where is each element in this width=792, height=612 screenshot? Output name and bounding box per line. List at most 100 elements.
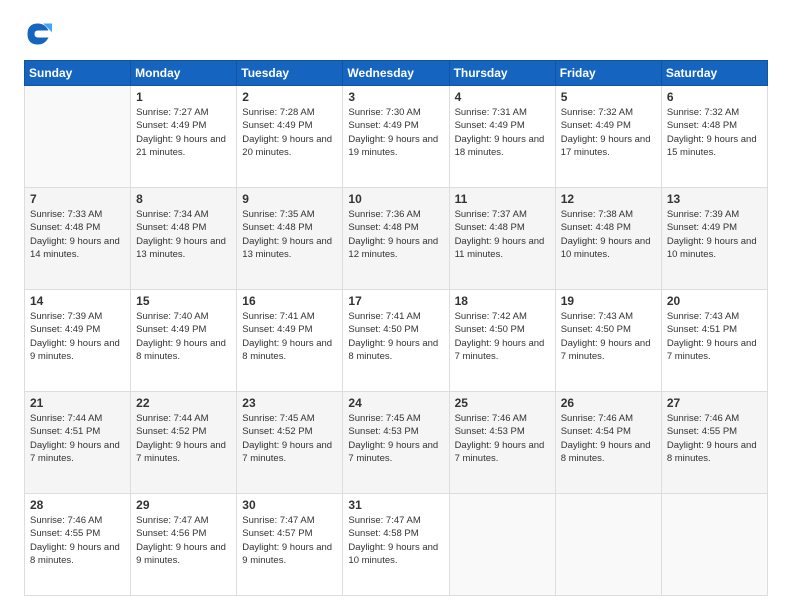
day-info: Sunrise: 7:47 AMSunset: 4:57 PMDaylight:… [242,514,337,567]
day-number: 5 [561,90,656,104]
day-info: Sunrise: 7:28 AMSunset: 4:49 PMDaylight:… [242,106,337,159]
calendar-cell: 11 Sunrise: 7:37 AMSunset: 4:48 PMDayligh… [449,188,555,290]
calendar-cell: 13 Sunrise: 7:39 AMSunset: 4:49 PMDayligh… [661,188,767,290]
calendar-cell [25,86,131,188]
day-info: Sunrise: 7:34 AMSunset: 4:48 PMDaylight:… [136,208,231,261]
day-number: 13 [667,192,762,206]
calendar: SundayMondayTuesdayWednesdayThursdayFrid… [24,60,768,596]
calendar-cell: 14Sunrise: 7:39 AMSunset: 4:49 PMDayligh… [25,290,131,392]
day-number: 31 [348,498,443,512]
calendar-header-friday: Friday [555,61,661,86]
day-info: Sunrise: 7:30 AMSunset: 4:49 PMDaylight:… [348,106,443,159]
day-number: 4 [455,90,550,104]
calendar-cell: 26Sunrise: 7:46 AMSunset: 4:54 PMDayligh… [555,392,661,494]
day-info: Sunrise: 7:46 AMSunset: 4:55 PMDaylight:… [30,514,125,567]
calendar-cell: 8 Sunrise: 7:34 AMSunset: 4:48 PMDaylight… [131,188,237,290]
calendar-cell: 17 Sunrise: 7:41 AMSunset: 4:50 PMDayligh… [343,290,449,392]
day-info: Sunrise: 7:27 AMSunset: 4:49 PMDaylight:… [136,106,231,159]
day-number: 9 [242,192,337,206]
calendar-cell: 28 Sunrise: 7:46 AMSunset: 4:55 PMDayligh… [25,494,131,596]
day-info: Sunrise: 7:43 AMSunset: 4:50 PMDaylight:… [561,310,656,363]
calendar-cell: 9 Sunrise: 7:35 AMSunset: 4:48 PMDaylight… [237,188,343,290]
calendar-cell: 19 Sunrise: 7:43 AMSunset: 4:50 PMDayligh… [555,290,661,392]
calendar-header-wednesday: Wednesday [343,61,449,86]
page: SundayMondayTuesdayWednesdayThursdayFrid… [0,0,792,612]
calendar-week-3: 14Sunrise: 7:39 AMSunset: 4:49 PMDayligh… [25,290,768,392]
day-info: Sunrise: 7:41 AMSunset: 4:50 PMDaylight:… [348,310,443,363]
calendar-cell: 6Sunrise: 7:32 AMSunset: 4:48 PMDaylight… [661,86,767,188]
day-number: 8 [136,192,231,206]
day-info: Sunrise: 7:43 AMSunset: 4:51 PMDaylight:… [667,310,762,363]
calendar-cell: 18Sunrise: 7:42 AMSunset: 4:50 PMDayligh… [449,290,555,392]
calendar-cell: 15 Sunrise: 7:40 AMSunset: 4:49 PMDayligh… [131,290,237,392]
calendar-cell: 10 Sunrise: 7:36 AMSunset: 4:48 PMDayligh… [343,188,449,290]
day-number: 25 [455,396,550,410]
calendar-cell [555,494,661,596]
day-info: Sunrise: 7:44 AMSunset: 4:52 PMDaylight:… [136,412,231,465]
day-number: 23 [242,396,337,410]
header [24,20,768,48]
calendar-cell: 24 Sunrise: 7:45 AMSunset: 4:53 PMDayligh… [343,392,449,494]
day-info: Sunrise: 7:40 AMSunset: 4:49 PMDaylight:… [136,310,231,363]
day-number: 16 [242,294,337,308]
calendar-cell: 29 Sunrise: 7:47 AMSunset: 4:56 PMDayligh… [131,494,237,596]
day-number: 2 [242,90,337,104]
day-info: Sunrise: 7:47 AMSunset: 4:58 PMDaylight:… [348,514,443,567]
day-number: 26 [561,396,656,410]
day-number: 20 [667,294,762,308]
day-info: Sunrise: 7:44 AMSunset: 4:51 PMDaylight:… [30,412,125,465]
calendar-cell: 5 Sunrise: 7:32 AMSunset: 4:49 PMDaylight… [555,86,661,188]
day-number: 3 [348,90,443,104]
calendar-cell: 25Sunrise: 7:46 AMSunset: 4:53 PMDayligh… [449,392,555,494]
calendar-cell: 21Sunrise: 7:44 AMSunset: 4:51 PMDayligh… [25,392,131,494]
day-number: 29 [136,498,231,512]
calendar-header-row: SundayMondayTuesdayWednesdayThursdayFrid… [25,61,768,86]
day-info: Sunrise: 7:32 AMSunset: 4:48 PMDaylight:… [667,106,762,159]
day-number: 7 [30,192,125,206]
calendar-cell: 30Sunrise: 7:47 AMSunset: 4:57 PMDayligh… [237,494,343,596]
day-info: Sunrise: 7:37 AMSunset: 4:48 PMDaylight:… [455,208,550,261]
calendar-cell [661,494,767,596]
day-info: Sunrise: 7:45 AMSunset: 4:52 PMDaylight:… [242,412,337,465]
day-number: 10 [348,192,443,206]
calendar-cell: 12Sunrise: 7:38 AMSunset: 4:48 PMDayligh… [555,188,661,290]
calendar-week-1: 1 Sunrise: 7:27 AMSunset: 4:49 PMDaylight… [25,86,768,188]
day-info: Sunrise: 7:36 AMSunset: 4:48 PMDaylight:… [348,208,443,261]
day-number: 19 [561,294,656,308]
calendar-week-5: 28 Sunrise: 7:46 AMSunset: 4:55 PMDayligh… [25,494,768,596]
calendar-header-sunday: Sunday [25,61,131,86]
day-number: 15 [136,294,231,308]
day-number: 17 [348,294,443,308]
calendar-cell: 22Sunrise: 7:44 AMSunset: 4:52 PMDayligh… [131,392,237,494]
calendar-header-thursday: Thursday [449,61,555,86]
calendar-week-2: 7 Sunrise: 7:33 AMSunset: 4:48 PMDaylight… [25,188,768,290]
day-info: Sunrise: 7:39 AMSunset: 4:49 PMDaylight:… [667,208,762,261]
calendar-cell: 23 Sunrise: 7:45 AMSunset: 4:52 PMDayligh… [237,392,343,494]
calendar-cell: 1 Sunrise: 7:27 AMSunset: 4:49 PMDaylight… [131,86,237,188]
day-number: 1 [136,90,231,104]
day-info: Sunrise: 7:31 AMSunset: 4:49 PMDaylight:… [455,106,550,159]
logo-icon [24,20,52,48]
calendar-cell: 2 Sunrise: 7:28 AMSunset: 4:49 PMDaylight… [237,86,343,188]
calendar-cell: 7 Sunrise: 7:33 AMSunset: 4:48 PMDaylight… [25,188,131,290]
day-info: Sunrise: 7:38 AMSunset: 4:48 PMDaylight:… [561,208,656,261]
calendar-header-saturday: Saturday [661,61,767,86]
day-number: 14 [30,294,125,308]
day-number: 27 [667,396,762,410]
day-info: Sunrise: 7:46 AMSunset: 4:55 PMDaylight:… [667,412,762,465]
day-info: Sunrise: 7:35 AMSunset: 4:48 PMDaylight:… [242,208,337,261]
calendar-cell: 27 Sunrise: 7:46 AMSunset: 4:55 PMDayligh… [661,392,767,494]
logo [24,20,56,48]
day-number: 11 [455,192,550,206]
calendar-week-4: 21Sunrise: 7:44 AMSunset: 4:51 PMDayligh… [25,392,768,494]
calendar-cell: 3 Sunrise: 7:30 AMSunset: 4:49 PMDaylight… [343,86,449,188]
day-info: Sunrise: 7:41 AMSunset: 4:49 PMDaylight:… [242,310,337,363]
day-info: Sunrise: 7:33 AMSunset: 4:48 PMDaylight:… [30,208,125,261]
calendar-cell: 20 Sunrise: 7:43 AMSunset: 4:51 PMDayligh… [661,290,767,392]
day-info: Sunrise: 7:47 AMSunset: 4:56 PMDaylight:… [136,514,231,567]
day-number: 28 [30,498,125,512]
day-number: 24 [348,396,443,410]
day-info: Sunrise: 7:45 AMSunset: 4:53 PMDaylight:… [348,412,443,465]
calendar-header-monday: Monday [131,61,237,86]
day-info: Sunrise: 7:32 AMSunset: 4:49 PMDaylight:… [561,106,656,159]
